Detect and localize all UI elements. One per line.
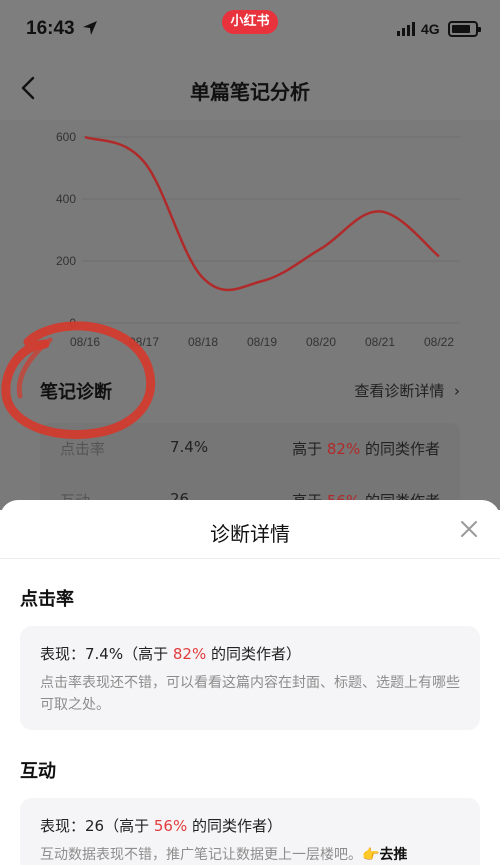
nav-bar: 单篇笔记分析 bbox=[0, 56, 500, 120]
status-time: 16:43 bbox=[26, 18, 75, 39]
y-tick-label: 400 bbox=[56, 192, 76, 206]
section-title-ctr: 点击率 bbox=[20, 589, 74, 610]
view-diagnosis-label: 查看诊断详情 bbox=[354, 382, 445, 400]
series-line bbox=[84, 135, 440, 292]
interaction-performance: 表现：26（高于 56% 的同类作者） bbox=[40, 817, 282, 835]
x-tick-label: 08/21 bbox=[365, 335, 395, 349]
x-tick-label: 08/20 bbox=[306, 335, 336, 349]
interaction-description: 互动数据表现不错，推广笔记让数据更上一层楼吧。👉去推 bbox=[40, 847, 408, 863]
sheet-title: 诊断详情 bbox=[210, 522, 290, 546]
cellular-signal-icon bbox=[397, 22, 415, 36]
view-diagnosis-link[interactable]: 查看诊断详情 › bbox=[354, 380, 460, 401]
app-badge: 小红书 bbox=[222, 10, 278, 34]
pointing-hand-icon: 👉 bbox=[362, 847, 380, 863]
diagnosis-detail-sheet: 诊断详情 点击率 表现：7.4%（高于 82% 的同类作者） 点击率表现还不错，… bbox=[0, 500, 500, 865]
chevron-right-icon: › bbox=[449, 382, 460, 400]
ctr-detail-card: 表现：7.4%（高于 82% 的同类作者） 点击率表现还不错，可以看看这篇内容在… bbox=[20, 626, 480, 730]
note-analysis-content: 0 200 400 600 08/16 08/17 08/18 08/19 08/20 08/21… bbox=[0, 120, 500, 533]
sheet-divider bbox=[0, 558, 500, 559]
status-bar: 16:43 小红书 4G bbox=[0, 0, 500, 56]
battery-icon bbox=[448, 21, 481, 37]
stat-value: 7.4% bbox=[170, 438, 209, 456]
promote-link[interactable]: 去推 bbox=[379, 847, 407, 863]
ctr-description: 点击率表现还不错，可以看看这篇内容在封面、标题、选题上有哪些可取之处。 bbox=[40, 675, 460, 713]
location-arrow-icon bbox=[83, 21, 97, 35]
close-icon[interactable] bbox=[460, 520, 478, 538]
x-tick-label: 08/18 bbox=[188, 335, 218, 349]
x-tick-label: 08/22 bbox=[424, 335, 454, 349]
y-tick-label: 200 bbox=[56, 254, 76, 268]
network-type: 4G bbox=[421, 21, 440, 37]
y-tick-label: 600 bbox=[56, 130, 76, 144]
stat-compare: 高于 82% 的同类作者 bbox=[292, 440, 440, 458]
section-title-interaction: 互动 bbox=[20, 761, 56, 782]
x-tick-label: 08/19 bbox=[247, 335, 277, 349]
page-title: 单篇笔记分析 bbox=[190, 80, 310, 104]
red-circle-annotation bbox=[1, 321, 156, 440]
ctr-performance: 表现：7.4%（高于 82% 的同类作者） bbox=[40, 645, 302, 663]
interaction-detail-card: 表现：26（高于 56% 的同类作者） 互动数据表现不错，推广笔记让数据更上一层… bbox=[20, 798, 480, 865]
